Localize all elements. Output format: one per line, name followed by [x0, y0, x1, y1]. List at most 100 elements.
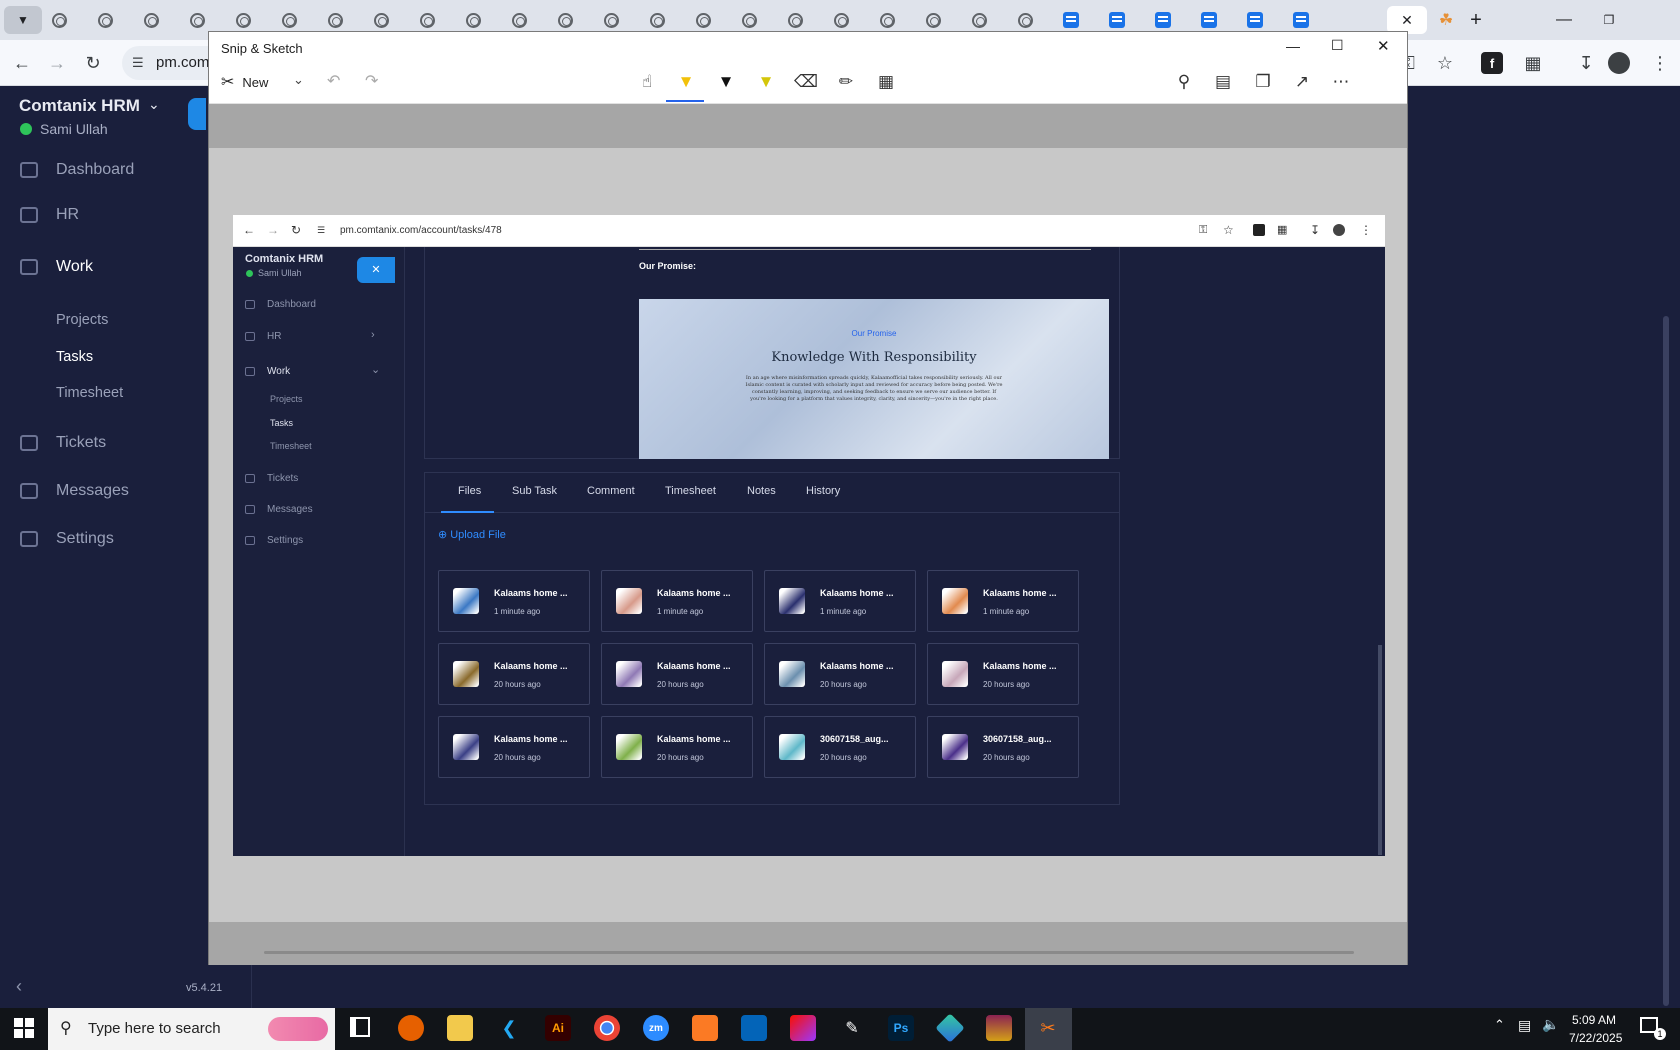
bg-sub-tasks[interactable]: Tasks: [56, 349, 93, 365]
save-icon[interactable]: ▤: [1209, 68, 1237, 96]
clock-date[interactable]: 7/22/2025: [1569, 1031, 1622, 1045]
highlighter-icon[interactable]: ▼: [752, 68, 780, 96]
bg-nav-settings[interactable]: Settings: [20, 530, 114, 548]
clock-time[interactable]: 5:09 AM: [1572, 1013, 1616, 1027]
browser-tab[interactable]: [500, 6, 538, 34]
minimize-button[interactable]: —: [1545, 6, 1583, 34]
browser-tab[interactable]: [546, 6, 584, 34]
tab-active[interactable]: ✕: [1387, 6, 1427, 34]
brand-chevron-icon[interactable]: ⌄: [148, 96, 160, 113]
firefox-icon[interactable]: [398, 1015, 424, 1041]
new-tab-button[interactable]: +: [1457, 6, 1495, 34]
winrar-icon[interactable]: [986, 1015, 1012, 1041]
browser-tab[interactable]: [1282, 6, 1320, 34]
bg-collapse-tab[interactable]: [188, 98, 206, 130]
browser-tab[interactable]: [638, 6, 676, 34]
snip-sketch-icon[interactable]: ✂: [1035, 1015, 1061, 1041]
browser-tab[interactable]: [776, 6, 814, 34]
copy-icon[interactable]: ❐: [1249, 68, 1277, 96]
tab-search-button[interactable]: ▼: [4, 6, 42, 34]
xampp-icon[interactable]: [692, 1015, 718, 1041]
network-icon[interactable]: ▤: [1518, 1017, 1531, 1034]
browser-tab[interactable]: [1098, 6, 1136, 34]
tray-chevron-icon[interactable]: ⌃: [1494, 1017, 1505, 1033]
address-bar[interactable]: ☰ pm.com: [122, 46, 214, 80]
photoshop-icon[interactable]: Ps: [888, 1015, 914, 1041]
share-icon[interactable]: ↗: [1288, 68, 1316, 96]
volume-icon[interactable]: 🔈: [1542, 1016, 1559, 1033]
snip-minimize-icon[interactable]: —: [1286, 38, 1300, 54]
browser-tab[interactable]: [822, 6, 860, 34]
chrome-icon[interactable]: [594, 1015, 620, 1041]
bg-nav-tickets[interactable]: Tickets: [20, 434, 106, 452]
task-view-icon[interactable]: [350, 1017, 370, 1037]
browser-tab[interactable]: [86, 6, 124, 34]
canvas-h-scrollbar[interactable]: [264, 951, 1354, 954]
menu-dots-icon[interactable]: ⋮: [1647, 50, 1673, 76]
browser-tab[interactable]: [868, 6, 906, 34]
outlook-icon[interactable]: [741, 1015, 767, 1041]
vscode-icon[interactable]: ❮: [496, 1015, 522, 1041]
crop-icon[interactable]: ▦: [872, 68, 900, 96]
browser-tab[interactable]: [224, 6, 262, 34]
site-info-icon[interactable]: ☰: [132, 46, 144, 80]
bg-nav-messages[interactable]: Messages: [20, 482, 129, 500]
browser-tab[interactable]: [408, 6, 446, 34]
back-arrow-icon[interactable]: ←: [9, 50, 35, 76]
browser-tab[interactable]: [1190, 6, 1228, 34]
browser-tab[interactable]: [316, 6, 354, 34]
browser-tab[interactable]: [1052, 6, 1090, 34]
ruler-icon[interactable]: ✏: [832, 68, 860, 96]
snip-maximize-icon[interactable]: ☐: [1331, 37, 1344, 54]
browser-tab[interactable]: [40, 6, 78, 34]
forward-arrow-icon[interactable]: →: [44, 50, 70, 76]
profile-avatar[interactable]: [1608, 52, 1630, 74]
file-explorer-icon[interactable]: [447, 1015, 473, 1041]
zoom-app-icon[interactable]: zm: [643, 1015, 669, 1041]
browser-tab[interactable]: [132, 6, 170, 34]
browser-tab[interactable]: [178, 6, 216, 34]
bg-scrollbar[interactable]: [1663, 316, 1669, 1006]
browser-tab[interactable]: [1144, 6, 1182, 34]
eraser-icon[interactable]: ⌫: [792, 68, 820, 96]
bg-brand[interactable]: Comtanix HRM: [19, 96, 140, 116]
restore-button[interactable]: ❐: [1590, 6, 1628, 34]
undo-icon[interactable]: ↶: [327, 71, 340, 91]
creative-cloud-icon[interactable]: [790, 1015, 816, 1041]
browser-tab[interactable]: [592, 6, 630, 34]
bg-nav-hr[interactable]: HR: [20, 206, 79, 224]
browser-tab[interactable]: [684, 6, 722, 34]
zoom-icon[interactable]: ⚲: [1170, 68, 1198, 96]
bookmark-star-icon[interactable]: ☆: [1432, 50, 1458, 76]
download-icon[interactable]: ↧: [1573, 50, 1599, 76]
windows-start-icon[interactable]: [14, 1018, 34, 1038]
browser-tab[interactable]: [730, 6, 768, 34]
illustrator-icon[interactable]: Ai: [545, 1015, 571, 1041]
browser-tab[interactable]: [914, 6, 952, 34]
new-dropdown-chevron-icon[interactable]: ⌄: [293, 72, 304, 88]
puzzle-icon[interactable]: ▦: [1520, 50, 1546, 76]
taskbar-search-box[interactable]: ⚲ Type here to search: [48, 1008, 335, 1050]
close-icon[interactable]: ✕: [1401, 12, 1413, 29]
browser-tab[interactable]: [1236, 6, 1274, 34]
bg-nav-dashboard[interactable]: Dashboard: [20, 161, 134, 179]
bg-nav-work[interactable]: Work: [20, 258, 93, 276]
touch-writing-icon[interactable]: ☝: [633, 68, 661, 96]
reload-icon[interactable]: ↻: [80, 50, 106, 76]
new-snip-button[interactable]: ✂ New: [221, 72, 268, 92]
browser-tab[interactable]: [362, 6, 400, 34]
pencil-icon[interactable]: ▼: [712, 68, 740, 96]
bg-sub-projects[interactable]: Projects: [56, 312, 108, 328]
ballpoint-pen-icon[interactable]: ▼: [672, 68, 700, 96]
redo-icon[interactable]: ↷: [365, 71, 378, 91]
more-icon[interactable]: ⋯: [1327, 68, 1355, 96]
collapse-chevron-icon[interactable]: ‹: [16, 976, 22, 997]
pen-icon[interactable]: ✎: [839, 1015, 865, 1041]
browser-tab[interactable]: [270, 6, 308, 34]
extension-icon[interactable]: f: [1481, 52, 1503, 74]
browser-tab[interactable]: [960, 6, 998, 34]
browser-tab[interactable]: [1006, 6, 1044, 34]
snip-close-icon[interactable]: ✕: [1377, 37, 1390, 55]
browser-tab[interactable]: [454, 6, 492, 34]
bg-sub-timesheet[interactable]: Timesheet: [56, 385, 123, 401]
